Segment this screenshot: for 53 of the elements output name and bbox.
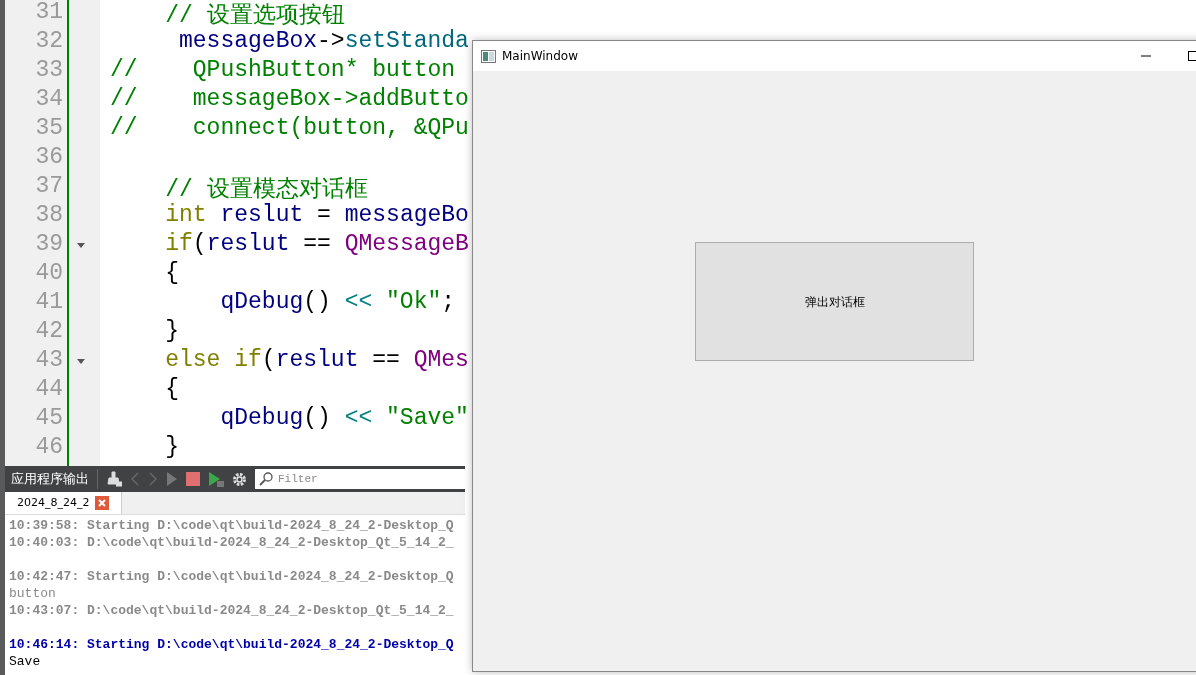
fold-arrow-icon[interactable] xyxy=(77,359,85,364)
line-number: 32 xyxy=(34,28,64,56)
app-icon xyxy=(481,49,496,63)
output-line: button xyxy=(9,585,56,602)
code-line: { xyxy=(164,376,179,404)
filter-field[interactable]: Filter xyxy=(275,469,465,489)
code-line: if(reslut == QMessageB xyxy=(164,231,469,259)
line-number: 36 xyxy=(34,144,64,172)
line-number: 40 xyxy=(34,260,64,288)
broom-icon[interactable] xyxy=(106,471,122,487)
line-number: 46 xyxy=(34,434,64,462)
code-line: // messageBox->addButto xyxy=(110,86,469,114)
code-line: } xyxy=(164,318,179,346)
fold-arrow-icon[interactable] xyxy=(77,243,85,248)
line-number: 44 xyxy=(34,376,64,404)
output-line: 10:43:07: D:\code\qt\build-2024_8_24_2-Desktop_Qt_5_14_2_ xyxy=(9,602,454,619)
line-number: 42 xyxy=(34,318,64,346)
line-number: 45 xyxy=(34,405,64,433)
code-line: qDebug() << "Save" xyxy=(219,405,469,433)
window-title: MainWindow xyxy=(502,48,578,65)
line-number: 37 xyxy=(34,173,64,201)
line-number: 34 xyxy=(34,86,64,114)
close-icon[interactable] xyxy=(94,496,109,510)
line-number: 39 xyxy=(34,231,64,259)
code-line: else if(reslut == QMes xyxy=(164,347,469,375)
settings-icon[interactable] xyxy=(232,471,247,487)
output-line: 10:42:47: Starting D:\code\qt\build-2024_8_24_2-Desktop_Q xyxy=(9,568,454,585)
run-debug-icon[interactable] xyxy=(208,471,224,487)
code-line: int reslut = messageBo xyxy=(164,202,469,230)
code-line: messageBox->setStanda xyxy=(178,28,469,56)
output-line: 10:40:03: D:\code\qt\build-2024_8_24_2-Desktop_Qt_5_14_2_ xyxy=(9,534,454,551)
code-line: // connect(button, &QPu xyxy=(110,115,469,143)
line-number: 38 xyxy=(34,202,64,230)
line-number: 35 xyxy=(34,115,64,143)
maximize-icon[interactable] xyxy=(1188,51,1196,61)
line-number: 41 xyxy=(34,289,64,317)
output-line: 10:39:58: Starting D:\code\qt\build-2024_8_24_2-Desktop_Q xyxy=(9,517,454,534)
line-number: 43 xyxy=(34,347,64,375)
code-line: } xyxy=(164,434,179,462)
line-number: 33 xyxy=(34,57,64,85)
output-line: 10:46:14: Starting D:\code\qt\build-2024_8_24_2-Desktop_Q xyxy=(9,636,454,653)
code-line: { xyxy=(164,260,179,288)
popup-dialog-button[interactable]: 弹出对话框 xyxy=(695,242,974,361)
output-line: Save xyxy=(9,653,41,670)
search-icon xyxy=(255,469,275,489)
code-line: qDebug() << "Ok"; xyxy=(219,289,456,317)
code-line: // 设置选项按钮 xyxy=(164,2,345,28)
output-tab[interactable]: 2024_8_24_2 xyxy=(5,492,122,514)
play-icon[interactable] xyxy=(166,471,178,487)
code-line: // QPushButton* button xyxy=(110,57,456,85)
line-number: 31 xyxy=(34,0,64,27)
code-line: // 设置模态对话框 xyxy=(164,176,368,202)
pane-title: 应用程序输出 xyxy=(11,469,98,489)
